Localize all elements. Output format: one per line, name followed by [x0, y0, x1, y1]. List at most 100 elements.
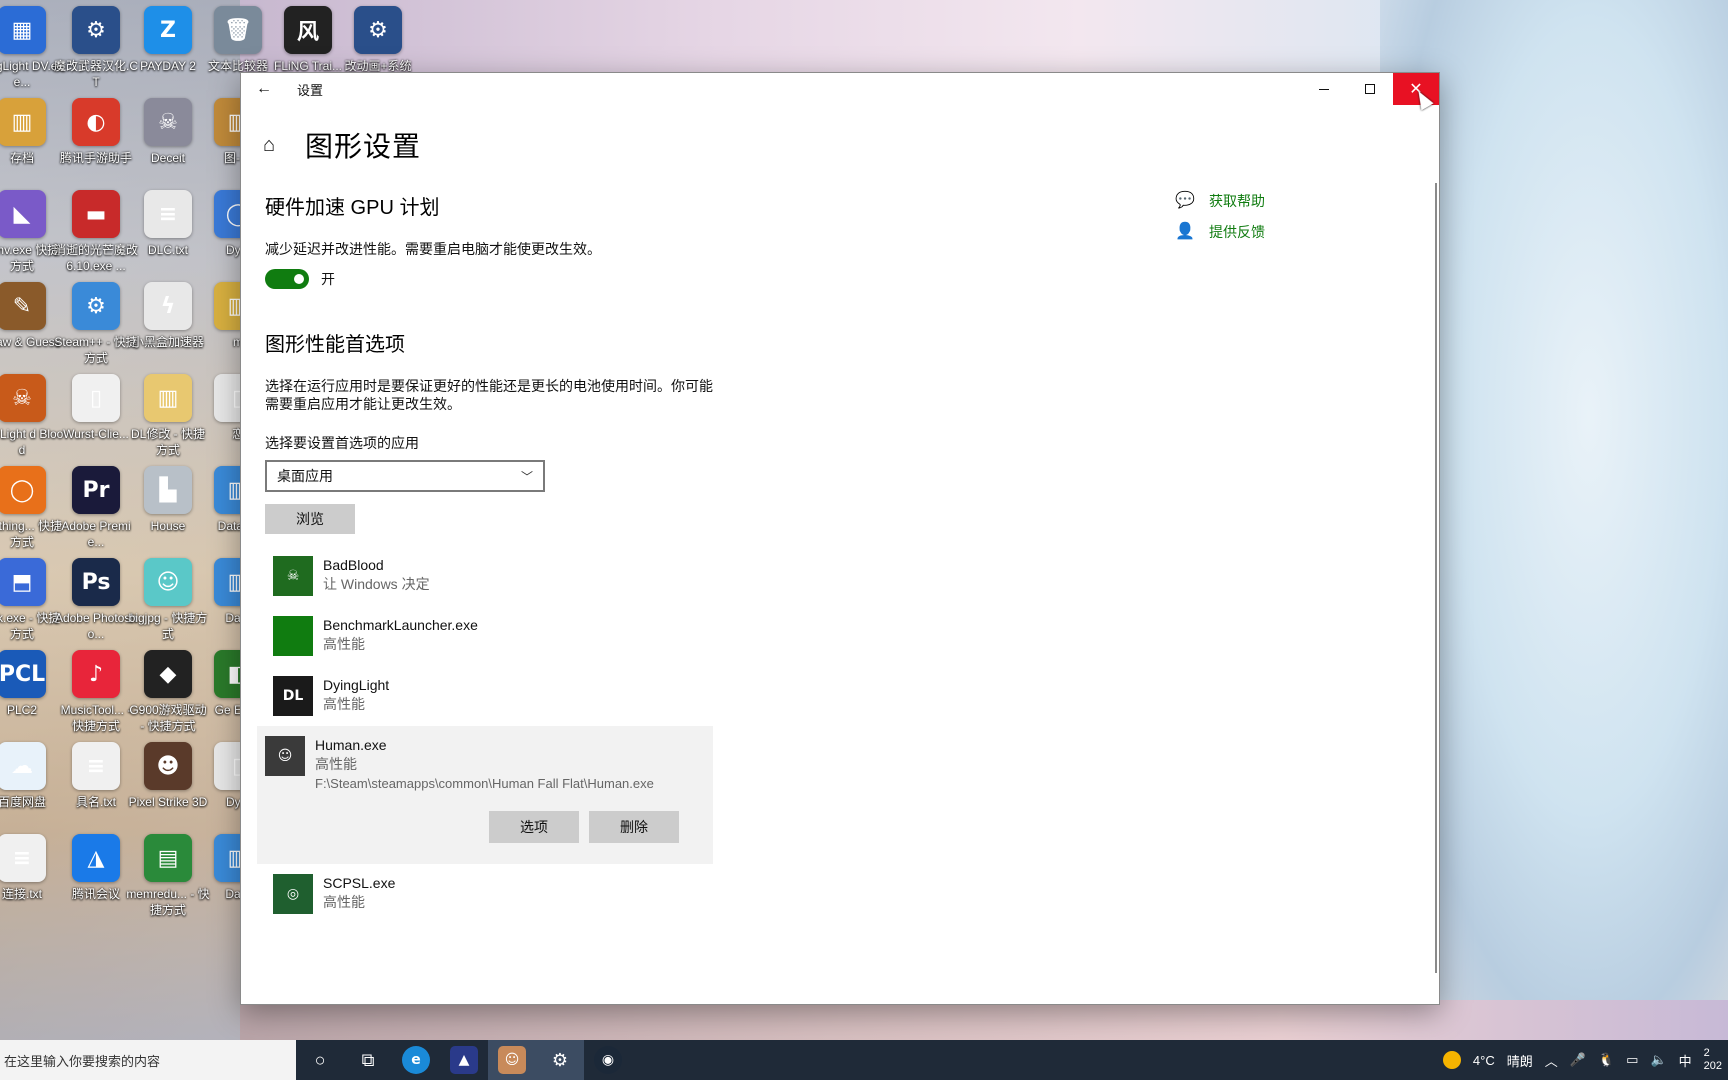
desktop-app-icon: 🗑: [214, 6, 262, 54]
minimize-icon: [1319, 88, 1329, 90]
app-type-dropdown[interactable]: 桌面应用 ﹀: [265, 460, 545, 492]
app-preference: 高性能: [315, 756, 357, 772]
app-preference: 高性能: [323, 636, 365, 652]
app-preference: 让 Windows 决定: [323, 576, 430, 592]
chevron-down-icon: ﹀: [520, 469, 533, 484]
app-name: BenchmarkLauncher.exe: [323, 617, 478, 633]
desktop-app-icon: PCL: [0, 650, 46, 698]
desktop-app-icon: ☠: [0, 374, 46, 422]
feedback-person-icon: 👤: [1175, 223, 1195, 240]
volume-icon[interactable]: 🔈: [1650, 1052, 1666, 1068]
weather-temp: 4°C: [1472, 1052, 1495, 1068]
help-row[interactable]: 💬 获取帮助: [1175, 191, 1265, 211]
system-tray: 4°C 晴朗 ︿ 🎤 🐧 ▭ 🔈 中 2 202: [1442, 1040, 1728, 1080]
circle-icon: ○: [314, 1049, 326, 1070]
browse-button[interactable]: 浏览: [265, 504, 355, 534]
desktop-app-icon: ▤: [144, 834, 192, 882]
gear-icon: ⚙: [551, 1049, 569, 1070]
page-header: ⌂ 图形设置: [263, 125, 421, 165]
app-preference: 高性能: [323, 696, 365, 712]
list-item-selected[interactable]: ☺ Human.exe 高性能 F:\Steam\steamapps\commo…: [257, 726, 713, 864]
options-button[interactable]: 选项: [489, 811, 579, 843]
app-name: Human.exe: [315, 737, 387, 753]
desktop-app-icon: ♪: [72, 650, 120, 698]
qq-icon[interactable]: 🐧: [1598, 1052, 1614, 1068]
give-feedback-link[interactable]: 提供反馈: [1209, 222, 1265, 242]
desktop-app-icon: ◯: [0, 466, 46, 514]
app-select-label: 选择要设置首选项的应用: [265, 435, 419, 451]
app-icon: ☠: [273, 556, 313, 596]
related-links: 💬 获取帮助 👤 提供反馈: [1175, 191, 1265, 253]
desktop-app-icon: Pr: [72, 466, 120, 514]
wallpaper-bottom: [240, 1000, 1728, 1040]
desktop-app-icon: ◆: [144, 650, 192, 698]
desktop-app-icon: ☻: [144, 742, 192, 790]
desktop-app-icon: ≡: [72, 742, 120, 790]
desktop-icon[interactable]: ⚙ 改动画+系统: [336, 6, 420, 74]
taskbar-settings[interactable]: ⚙: [536, 1040, 584, 1080]
perf-description-line2: 需要重启应用才能让更改生效。: [265, 396, 461, 412]
minimize-button[interactable]: [1301, 73, 1347, 105]
list-item[interactable]: ◎ SCPSL.exe 高性能: [265, 864, 965, 924]
desktop-app-icon: ☁: [0, 742, 46, 790]
taskbar: 在这里输入你要搜索的内容 ○ ⧉ e ▲ ☺ ⚙ ◉ 4°C 晴朗 ︿ 🎤 🐧 …: [0, 1040, 1728, 1080]
cortana-button[interactable]: ○: [296, 1040, 344, 1080]
taskbar-app-3[interactable]: ☺: [488, 1040, 536, 1080]
desktop-app-icon: ▬: [72, 190, 120, 238]
list-item[interactable]: BenchmarkLauncher.exe 高性能: [265, 606, 965, 666]
desktop-app-icon: ⬒: [0, 558, 46, 606]
list-item[interactable]: ☠ BadBlood 让 Windows 决定: [265, 546, 965, 606]
app-preference: 高性能: [323, 894, 365, 910]
perf-description-line1: 选择在运行应用时是要保证更好的性能还是更长的电池使用时间。你可能: [265, 378, 713, 394]
task-view-button[interactable]: ⧉: [344, 1040, 392, 1080]
get-help-link[interactable]: 获取帮助: [1209, 191, 1265, 211]
home-icon[interactable]: ⌂: [263, 134, 285, 156]
list-item[interactable]: DL DyingLight 高性能: [265, 666, 965, 726]
desktop-app-icon: ◮: [72, 834, 120, 882]
desktop-app-icon: ☠: [144, 98, 192, 146]
weather-desc: 晴朗: [1506, 1053, 1533, 1069]
taskbar-search-input[interactable]: 在这里输入你要搜索的内容: [0, 1040, 296, 1080]
steam-icon: ◉: [594, 1046, 622, 1074]
app-icon: DL: [273, 676, 313, 716]
ime-indicator[interactable]: 中: [1679, 1051, 1692, 1070]
scrollbar[interactable]: [1435, 183, 1437, 973]
taskbar-edge[interactable]: e: [392, 1040, 440, 1080]
taskbar-steam[interactable]: ◉: [584, 1040, 632, 1080]
desktop-app-icon: Z: [144, 6, 192, 54]
weather-sun-icon: [1442, 1051, 1461, 1069]
microphone-icon[interactable]: 🎤: [1570, 1052, 1586, 1068]
back-button[interactable]: ←: [241, 73, 287, 105]
maximize-icon: [1365, 84, 1375, 94]
feedback-row[interactable]: 👤 提供反馈: [1175, 222, 1265, 242]
desktop-app-icon: ≡: [0, 834, 46, 882]
desktop-app-icon: ≡: [144, 190, 192, 238]
chevron-up-icon[interactable]: ︿: [1545, 1051, 1558, 1070]
taskbar-app-2[interactable]: ▲: [440, 1040, 488, 1080]
app-icon: ☺: [498, 1046, 526, 1074]
dropdown-value: 桌面应用: [277, 468, 333, 484]
desktop-app-icon: 风: [284, 6, 332, 54]
window-title: 设置: [297, 82, 324, 98]
gpu-scheduling-toggle[interactable]: [265, 269, 309, 289]
maximize-button[interactable]: [1347, 73, 1393, 105]
gpu-section-description: 减少延迟并改进性能。需要重启电脑才能使更改生效。: [265, 241, 601, 257]
desktop-app-icon: ⚙: [72, 6, 120, 54]
desktop-app-icon: ☺: [144, 558, 192, 606]
desktop-icons: ▦yingLight DV.exe...⚙魔改武器汉化.CTZPAYDAY 2🗑…: [0, 0, 412, 1040]
desktop-app-icon: ⚙: [72, 282, 120, 330]
desktop-app-icon: ▙: [144, 466, 192, 514]
delete-button[interactable]: 删除: [589, 811, 679, 843]
desktop-app-icon: ◣: [0, 190, 46, 238]
network-icon[interactable]: ▭: [1626, 1052, 1638, 1068]
edge-icon: e: [402, 1046, 430, 1074]
app-list: ☠ BadBlood 让 Windows 决定 BenchmarkLauncher…: [257, 546, 965, 924]
desktop-app-icon: ✎: [0, 282, 46, 330]
app-name: DyingLight: [323, 677, 390, 693]
clock[interactable]: 2 202: [1704, 1047, 1722, 1073]
desktop-app-icon: ⚙: [354, 6, 402, 54]
gpu-section-heading: 硬件加速 GPU 计划: [265, 197, 440, 219]
settings-window: ← 设置 ✕ ⌂ 图形设置 硬件加速 GPU 计划 减少延迟并改进性能。需要重启…: [240, 72, 1440, 1005]
toggle-knob: [294, 274, 304, 284]
app-icon: ▲: [450, 1046, 478, 1074]
